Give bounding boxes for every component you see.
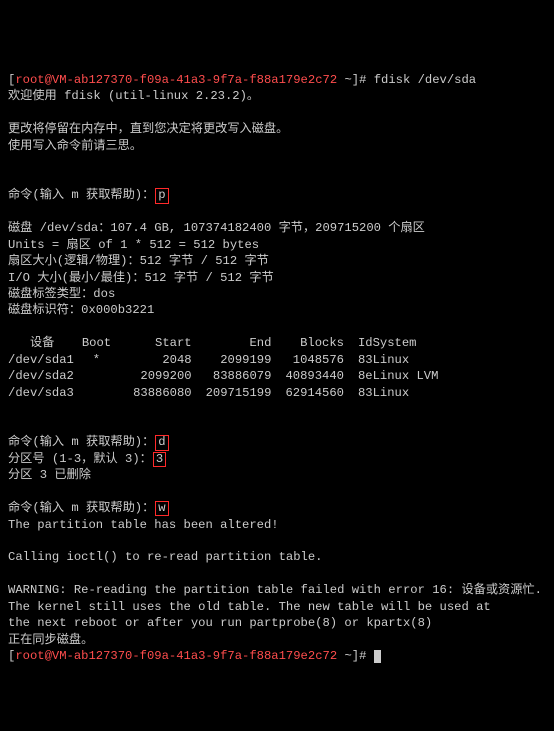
bracket-close: ]# bbox=[352, 649, 374, 663]
cell: 83886079 bbox=[192, 368, 272, 384]
table-header: 设备 Boot Start End Blocks Id System bbox=[8, 335, 446, 351]
user-host: root@VM-ab127370-f09a-41a3-9f7a-f88a179e… bbox=[15, 73, 337, 87]
col-blocks: Blocks bbox=[271, 335, 344, 351]
deleted-msg: 分区 3 已删除 bbox=[8, 468, 91, 482]
sector-info: 扇区大小(逻辑/物理)：512 字节 / 512 字节 bbox=[8, 254, 269, 268]
user-host: root@VM-ab127370-f09a-41a3-9f7a-f88a179e… bbox=[15, 649, 337, 663]
cell: /dev/sda1 bbox=[8, 352, 82, 368]
prompt-line: [root@VM-ab127370-f09a-41a3-9f7a-f88a179… bbox=[8, 73, 476, 87]
output-warn1: 更改将停留在内存中，直到您决定将更改写入磁盘。 bbox=[8, 122, 288, 136]
sync-msg: 正在同步磁盘。 bbox=[8, 633, 93, 647]
cell: /dev/sda2 bbox=[8, 368, 82, 384]
partition-select: 分区号 (1-3，默认 3)：3 bbox=[8, 452, 166, 466]
cmd-help-label: 命令(输入 m 获取帮助)： bbox=[8, 188, 154, 202]
final-prompt[interactable]: [root@VM-ab127370-f09a-41a3-9f7a-f88a179… bbox=[8, 649, 381, 663]
input-partnum[interactable]: 3 bbox=[153, 452, 166, 467]
bracket-close: ]# bbox=[352, 73, 374, 87]
col-end: End bbox=[192, 335, 272, 351]
cell: /dev/sda3 bbox=[8, 385, 82, 401]
table-row: /dev/sda1 * 2048 2099199 1048576 83 Linu… bbox=[8, 352, 446, 368]
table-row: /dev/sda3 83886080 209715199 62914560 83… bbox=[8, 385, 446, 401]
cmd-help-label: 命令(输入 m 获取帮助)： bbox=[8, 435, 154, 449]
cmd-help-label: 命令(输入 m 获取帮助)： bbox=[8, 501, 154, 515]
col-start: Start bbox=[119, 335, 192, 351]
col-boot: Boot bbox=[82, 335, 119, 351]
cell: 1048576 bbox=[271, 352, 344, 368]
cwd: ~ bbox=[337, 649, 352, 663]
part-label: 分区号 (1-3，默认 3)： bbox=[8, 452, 152, 466]
units-info: Units = 扇区 of 1 * 512 = 512 bytes bbox=[8, 238, 259, 252]
cell: 209715199 bbox=[192, 385, 272, 401]
cell: Linux bbox=[373, 352, 447, 368]
bracket-open: [ bbox=[8, 649, 15, 663]
warn-reread-2: The kernel still uses the old table. The… bbox=[8, 600, 491, 614]
cell: 2099200 bbox=[119, 368, 192, 384]
altered-msg: The partition table has been altered! bbox=[8, 518, 279, 532]
warn-reread-3: the next reboot or after you run partpro… bbox=[8, 616, 432, 630]
col-system: System bbox=[373, 335, 447, 351]
cell: Linux bbox=[373, 385, 447, 401]
partition-table: 设备 Boot Start End Blocks Id System /dev/… bbox=[8, 335, 446, 401]
cell: 83 bbox=[344, 385, 373, 401]
cmd-prompt-p: 命令(输入 m 获取帮助)：p bbox=[8, 188, 169, 202]
calling-msg: Calling ioctl() to re-read partition tab… bbox=[8, 550, 323, 564]
cell bbox=[82, 385, 119, 401]
output-warn2: 使用写入命令前请三思。 bbox=[8, 139, 142, 153]
input-w[interactable]: w bbox=[155, 501, 168, 516]
cell: 83 bbox=[344, 352, 373, 368]
io-info: I/O 大小(最小/最佳)：512 字节 / 512 字节 bbox=[8, 271, 274, 285]
ident-info: 磁盘标识符：0x000b3221 bbox=[8, 303, 154, 317]
input-d[interactable]: d bbox=[155, 435, 168, 450]
cell: 2048 bbox=[119, 352, 192, 368]
input-p[interactable]: p bbox=[155, 188, 168, 203]
warn-reread-1: WARNING: Re-reading the partition table … bbox=[8, 583, 542, 597]
cell: 8e bbox=[344, 368, 373, 384]
disk-info: 磁盘 /dev/sda：107.4 GB, 107374182400 字节，20… bbox=[8, 221, 425, 235]
output-welcome: 欢迎使用 fdisk (util-linux 2.23.2)。 bbox=[8, 89, 259, 103]
cwd: ~ bbox=[337, 73, 352, 87]
cmd-prompt-d: 命令(输入 m 获取帮助)：d bbox=[8, 435, 169, 449]
command-typed[interactable]: fdisk /dev/sda bbox=[374, 73, 476, 87]
cell: 40893440 bbox=[271, 368, 344, 384]
cell bbox=[82, 368, 119, 384]
col-device: 设备 bbox=[8, 335, 82, 351]
cell: 2099199 bbox=[192, 352, 272, 368]
cursor-icon bbox=[374, 650, 381, 663]
cmd-prompt-w: 命令(输入 m 获取帮助)：w bbox=[8, 501, 169, 515]
label-info: 磁盘标签类型：dos bbox=[8, 287, 115, 301]
cell: Linux LVM bbox=[373, 368, 447, 384]
table-row: /dev/sda2 2099200 83886079 40893440 8e L… bbox=[8, 368, 446, 384]
cell: * bbox=[82, 352, 119, 368]
cell: 62914560 bbox=[271, 385, 344, 401]
cell: 83886080 bbox=[119, 385, 192, 401]
col-id: Id bbox=[344, 335, 373, 351]
